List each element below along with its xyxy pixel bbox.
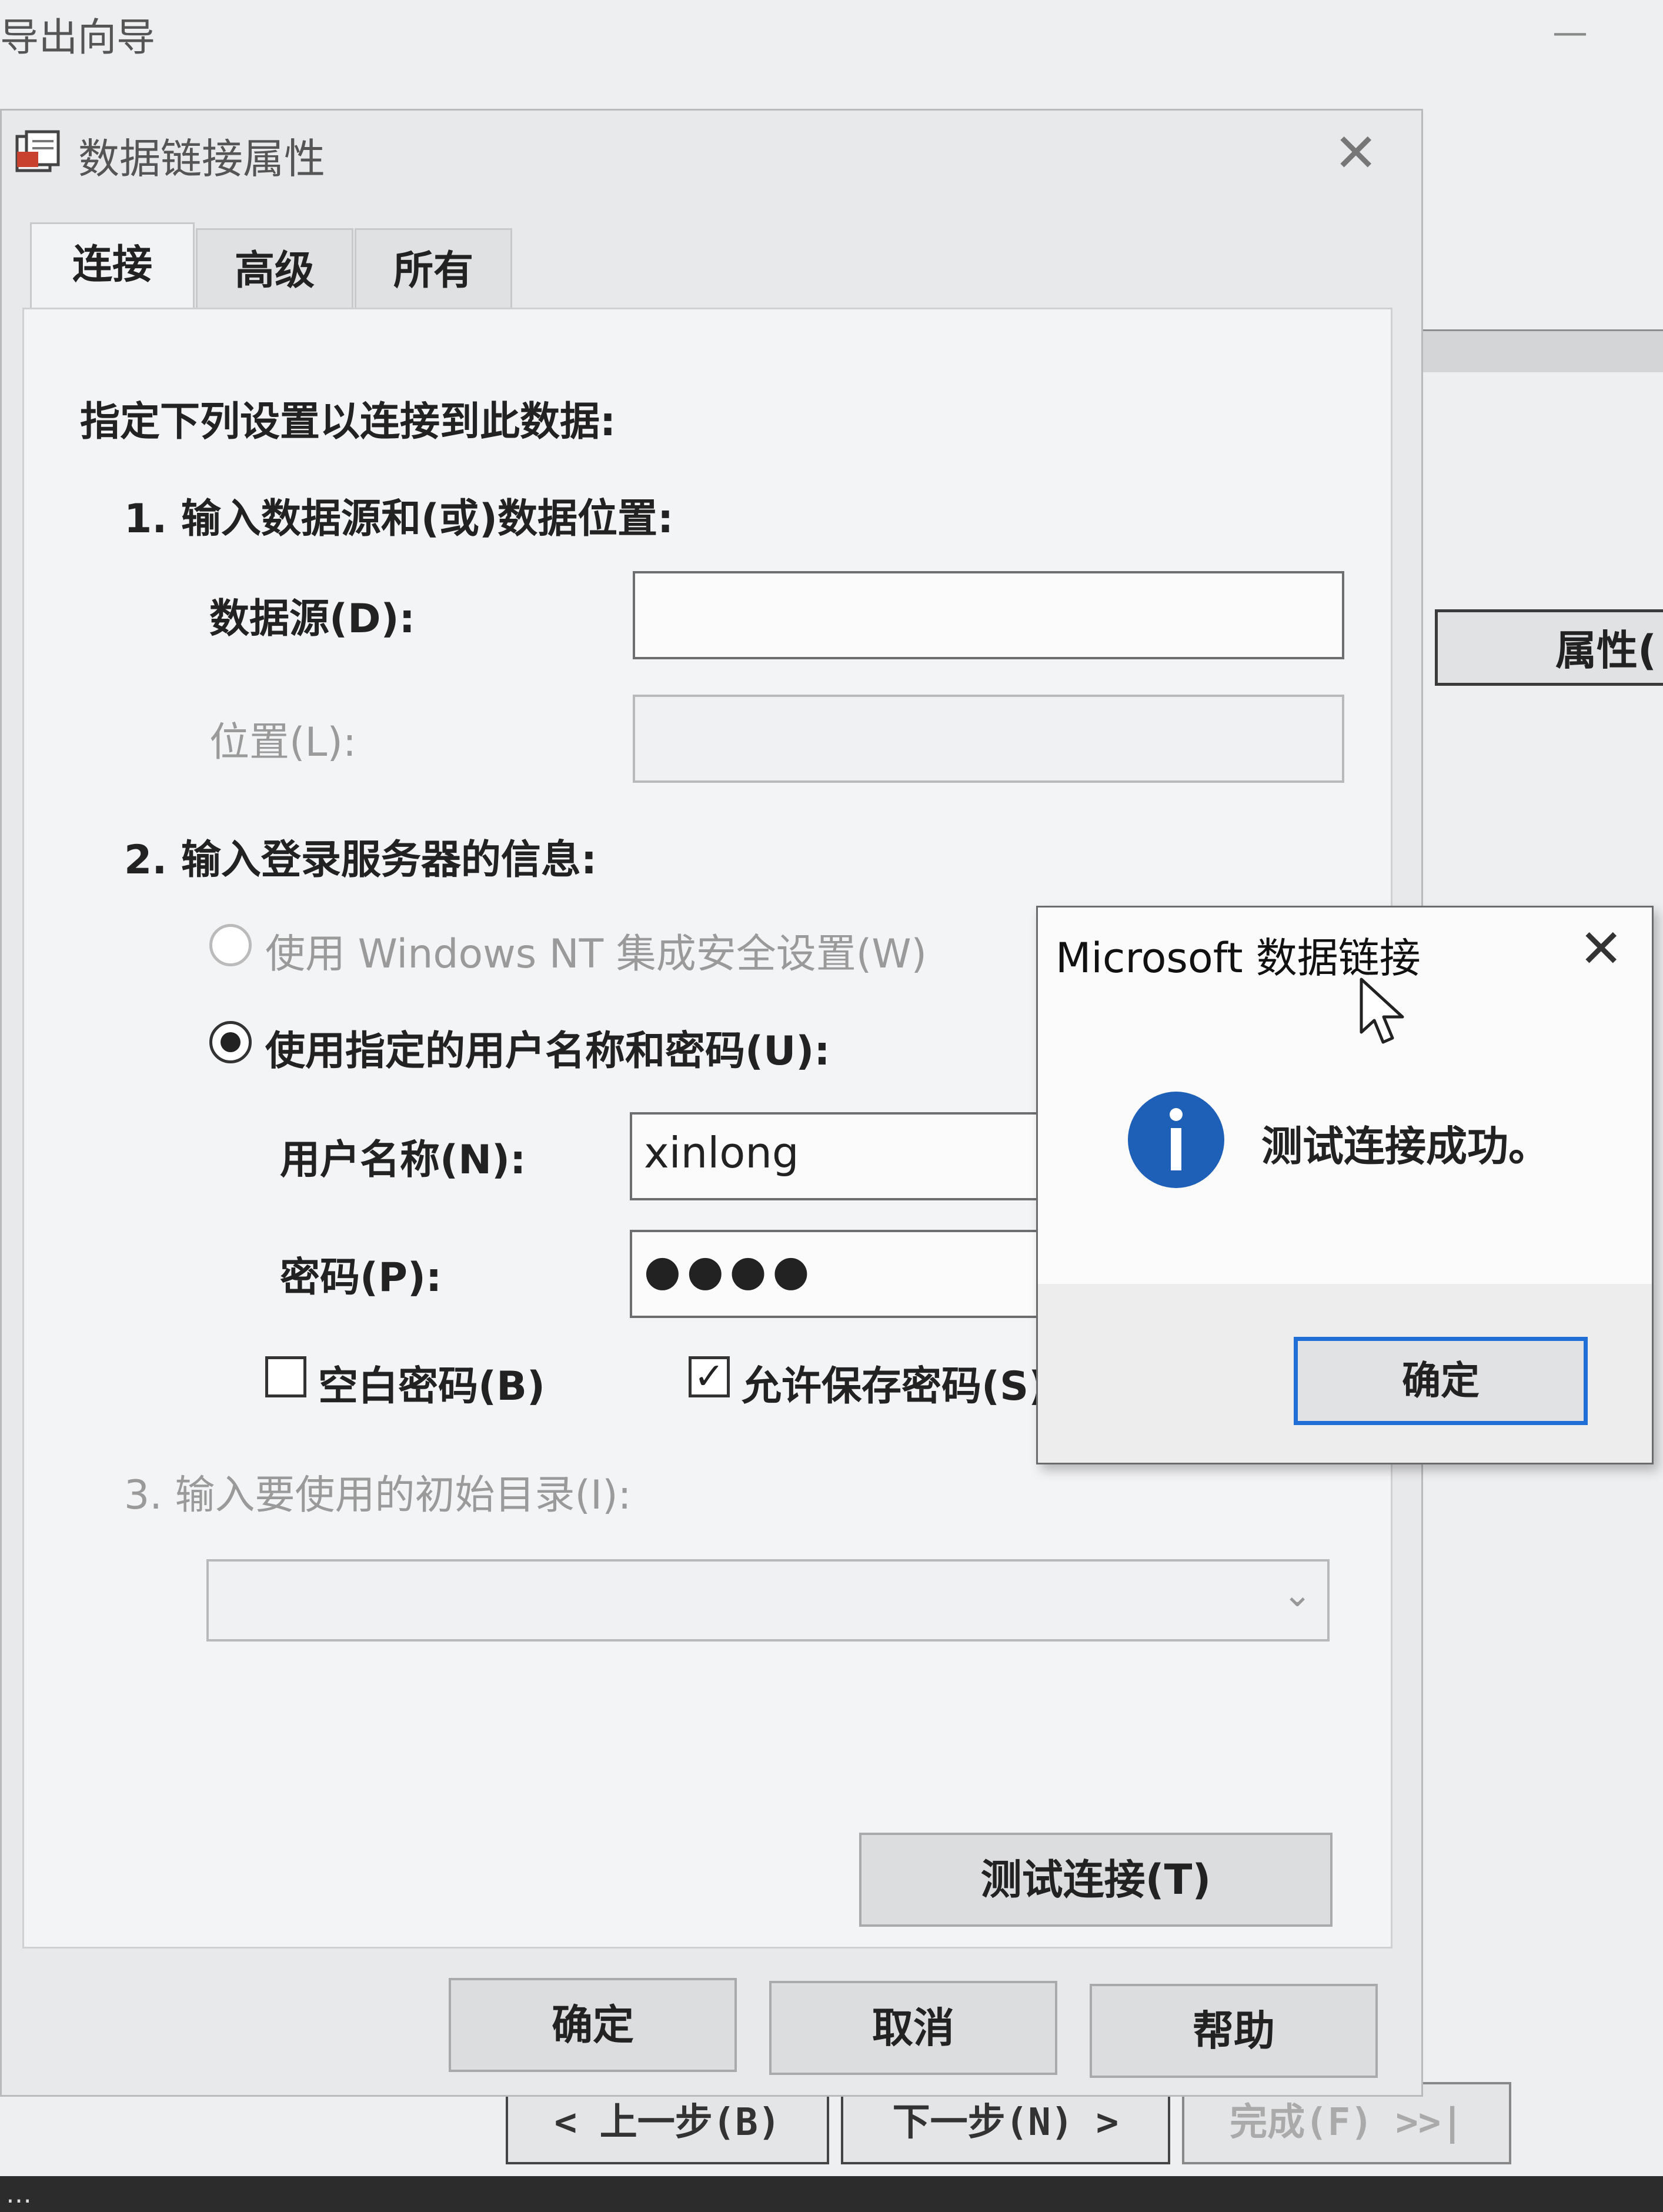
data-link-icon	[15, 130, 60, 172]
intro-text: 指定下列设置以连接到此数据:	[80, 399, 616, 445]
allow-save-password-label: 允许保存密码(S)	[742, 1363, 1047, 1410]
username-label: 用户名称(N):	[280, 1137, 526, 1183]
step3-heading: 3. 输入要使用的初始目录(I):	[124, 1472, 632, 1519]
properties-button[interactable]: 属性(	[1435, 609, 1663, 686]
datasource-input[interactable]	[633, 571, 1344, 659]
location-label: 位置(L):	[209, 719, 356, 766]
info-icon	[1128, 1092, 1224, 1188]
initial-catalog-select[interactable]	[206, 1559, 1330, 1642]
blank-password-label: 空白密码(B)	[318, 1363, 545, 1410]
radio-windows-nt-label: 使用 Windows NT 集成安全设置(W)	[265, 931, 927, 977]
password-label: 密码(P):	[280, 1255, 442, 1301]
message-box-title: Microsoft 数据链接	[1056, 934, 1421, 982]
message-ok-button[interactable]: 确定	[1294, 1337, 1588, 1425]
step1-heading: 1. 输入数据源和(或)数据位置:	[124, 496, 674, 542]
dialog-title: 数据链接属性	[78, 135, 325, 183]
step2-heading: 2. 输入登录服务器的信息:	[124, 837, 597, 883]
tab-advanced[interactable]: 高级	[196, 228, 353, 311]
wizard-title: 导出向导	[0, 15, 155, 60]
close-icon[interactable]: ✕	[1334, 122, 1378, 184]
minimize-icon[interactable]: —	[1552, 12, 1588, 53]
test-connection-button[interactable]: 测试连接(T)	[859, 1833, 1333, 1927]
radio-specific-user[interactable]	[209, 1021, 252, 1063]
radio-specific-user-label: 使用指定的用户名称和密码(U):	[265, 1028, 830, 1075]
message-text: 测试连接成功。	[1261, 1122, 1550, 1170]
location-input[interactable]	[633, 695, 1344, 783]
ok-button[interactable]: 确定	[449, 1978, 737, 2072]
mouse-cursor-icon	[1360, 977, 1404, 1044]
message-box: Microsoft 数据链接 ✕ 测试连接成功。 确定	[1036, 906, 1654, 1464]
datasource-label: 数据源(D):	[209, 596, 415, 642]
tab-all[interactable]: 所有	[355, 228, 512, 311]
blank-password-checkbox[interactable]	[265, 1356, 306, 1397]
cancel-button[interactable]: 取消	[769, 1981, 1057, 2075]
allow-save-password-checkbox[interactable]: ✓	[689, 1356, 730, 1397]
status-bar: …	[0, 2176, 1663, 2212]
chevron-down-icon[interactable]: ⌄	[1283, 1574, 1312, 1615]
wizard-divider	[1423, 329, 1663, 372]
tab-connect[interactable]: 连接	[30, 222, 195, 311]
help-button[interactable]: 帮助	[1090, 1984, 1378, 2078]
radio-windows-nt[interactable]	[209, 924, 252, 966]
close-icon[interactable]: ✕	[1579, 918, 1623, 980]
